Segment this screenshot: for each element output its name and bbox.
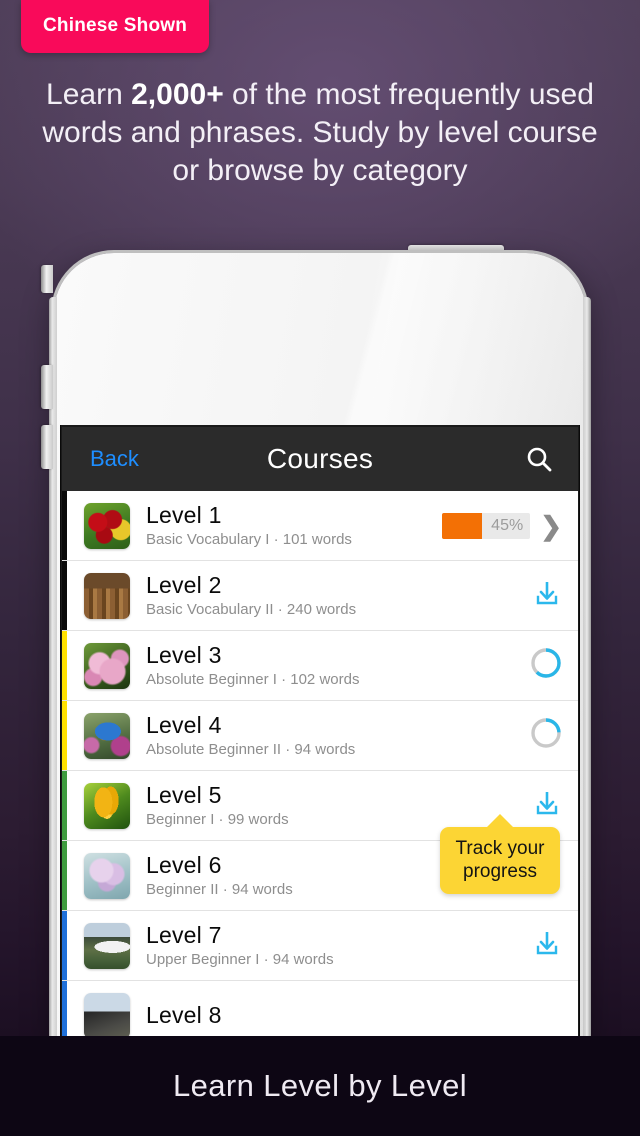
- download-icon-svg: [536, 932, 558, 955]
- phone-screen: Back Courses Level 1 Basic Vocabulary I ·…: [62, 427, 578, 1043]
- volume-down-button[interactable]: [41, 425, 53, 469]
- course-accessory: [438, 717, 578, 754]
- course-thumbnail: [84, 782, 130, 829]
- course-level-stripe: [62, 561, 67, 630]
- course-subtitle: Basic Vocabulary II · 240 words: [146, 600, 357, 618]
- course-text-block: Level 3 Absolute Beginner I · 102 words: [130, 642, 438, 690]
- course-level-stripe: [62, 981, 67, 1043]
- footer-caption-bar: Learn Level by Level: [0, 1036, 640, 1136]
- page-title: Courses: [266, 443, 374, 474]
- course-subtitle: Basic Vocabulary I · 101 words: [146, 530, 352, 548]
- course-thumbnail: [84, 992, 130, 1039]
- course-title: Level 8: [146, 1002, 222, 1028]
- course-title: Level 1: [146, 501, 222, 528]
- progress-fill: [442, 512, 482, 539]
- course-text-block: Level 7 Upper Beginner I · 94 words: [130, 922, 438, 970]
- course-level-stripe: [62, 701, 67, 770]
- course-text-block: Level 1 Basic Vocabulary I · 101 words: [130, 502, 438, 550]
- headline-part-1: Learn: [46, 78, 132, 111]
- app-navigation-bar: Back Courses: [62, 427, 578, 491]
- chevron-right-icon[interactable]: ❯: [540, 513, 562, 539]
- course-subtitle: Upper Beginner I · 94 words: [146, 950, 334, 968]
- progress-ring-svg: [531, 648, 561, 678]
- course-thumbnail: [84, 922, 130, 969]
- footer-caption: Learn Level by Level: [172, 1068, 468, 1103]
- course-title: Level 4: [146, 711, 222, 738]
- promo-headline: Learn 2,000+ of the most frequently used…: [0, 76, 640, 190]
- course-text-block: Level 4 Absolute Beginner II · 94 words: [130, 712, 438, 760]
- phone-mockup: Back Courses Level 1 Basic Vocabulary I ·…: [22, 245, 618, 1045]
- course-thumbnail: [84, 712, 130, 759]
- course-accessory: [438, 578, 578, 613]
- course-subtitle: Absolute Beginner II · 94 words: [146, 740, 356, 758]
- headline-emphasis: 2,000+: [131, 78, 224, 111]
- course-accessory: [438, 647, 578, 684]
- course-thumbnail: [84, 572, 130, 619]
- progress-ring-icon[interactable]: [530, 717, 562, 754]
- tooltip-callout: Track your progress: [440, 814, 560, 894]
- course-accessory: [438, 928, 578, 963]
- download-icon-svg: [536, 792, 558, 815]
- language-badge: Chinese Shown: [21, 0, 210, 53]
- course-thumbnail: [84, 852, 130, 899]
- course-subtitle: Absolute Beginner I · 102 words: [146, 670, 360, 688]
- course-row[interactable]: Level 1 Basic Vocabulary I · 101 words 45%…: [62, 491, 578, 561]
- course-thumbnail: [84, 502, 130, 549]
- course-title: Level 7: [146, 921, 222, 948]
- course-text-block: Level 5 Beginner I · 99 words: [130, 782, 438, 830]
- phone-rim-right: [583, 297, 591, 1043]
- course-title: Level 5: [146, 781, 222, 808]
- course-level-stripe: [62, 491, 67, 560]
- search-icon[interactable]: [524, 444, 554, 474]
- download-icon[interactable]: [532, 578, 562, 613]
- course-subtitle: Beginner I · 99 words: [146, 810, 289, 828]
- mute-switch[interactable]: [41, 265, 53, 293]
- course-level-stripe: [62, 841, 67, 910]
- course-title: Level 3: [146, 641, 222, 668]
- course-row[interactable]: Level 3 Absolute Beginner I · 102 words: [62, 631, 578, 701]
- back-button[interactable]: Back: [90, 446, 139, 472]
- course-thumbnail: [84, 642, 130, 689]
- download-icon[interactable]: [532, 928, 562, 963]
- course-title: Level 2: [146, 571, 222, 598]
- course-text-block: Level 8: [130, 1002, 578, 1029]
- progress-percent-label: 45%: [491, 516, 524, 534]
- progress-ring-svg: [531, 718, 561, 748]
- course-level-stripe: [62, 911, 67, 980]
- course-text-block: Level 6 Beginner II · 94 words: [130, 852, 438, 900]
- course-title: Level 6: [146, 851, 222, 878]
- course-progress-bar: 45%: [442, 512, 531, 539]
- volume-up-button[interactable]: [41, 365, 53, 409]
- course-row[interactable]: Level 7 Upper Beginner I · 94 words: [62, 911, 578, 981]
- course-level-stripe: [62, 771, 67, 840]
- course-row-partial[interactable]: Level 8: [62, 981, 578, 1043]
- course-row[interactable]: Level 4 Absolute Beginner II · 94 words: [62, 701, 578, 771]
- download-icon[interactable]: [532, 788, 562, 823]
- course-row[interactable]: Level 2 Basic Vocabulary II · 240 words: [62, 561, 578, 631]
- tooltip-label: Track your progress: [455, 838, 545, 882]
- language-badge-label: Chinese Shown: [43, 15, 188, 36]
- course-list[interactable]: Level 1 Basic Vocabulary I · 101 words 45%…: [62, 491, 578, 1043]
- course-subtitle: Beginner II · 94 words: [146, 880, 293, 898]
- tooltip-arrow: [486, 814, 514, 828]
- download-icon-svg: [536, 582, 558, 605]
- course-level-stripe: [62, 631, 67, 700]
- course-accessory: 45% ❯: [438, 512, 578, 539]
- progress-ring-icon[interactable]: [530, 647, 562, 684]
- course-text-block: Level 2 Basic Vocabulary II · 240 words: [130, 572, 438, 620]
